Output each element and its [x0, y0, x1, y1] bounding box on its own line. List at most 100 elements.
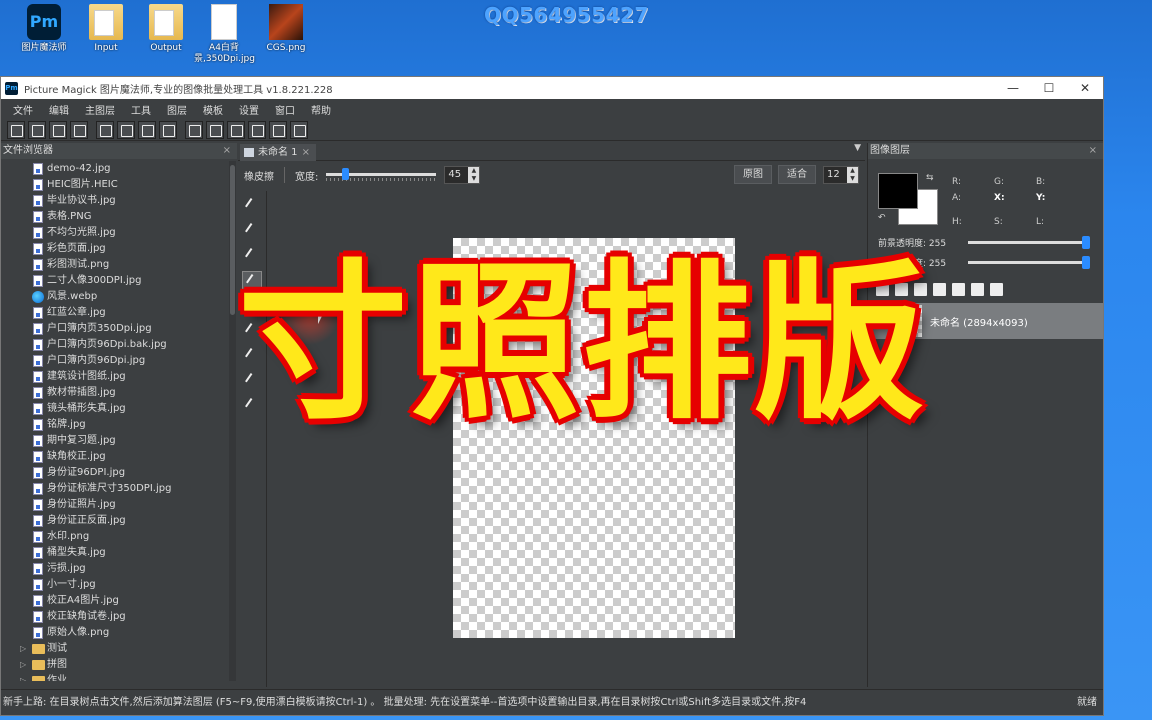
new-file-icon[interactable] [7, 120, 25, 139]
desktop-icon-input[interactable]: Input [76, 4, 136, 54]
file-item[interactable]: 身份证标准尺寸350DPI.jpg [1, 481, 227, 497]
file-item[interactable]: 原始人像.png [1, 625, 227, 641]
file-item[interactable]: 彩图测试.png [1, 257, 227, 273]
menu-settings[interactable]: 设置 [231, 102, 267, 117]
file-name: 缺角校正.jpg [47, 451, 106, 462]
menu-template[interactable]: 模板 [195, 102, 231, 117]
slider-handle[interactable] [1082, 256, 1090, 269]
scrollbar-thumb[interactable] [230, 165, 235, 315]
tab-untitled[interactable]: 未命名 1 × [240, 144, 316, 161]
file-item[interactable]: 污损.jpg [1, 561, 227, 577]
desktop-icon-label: Output [150, 43, 182, 53]
file-item[interactable]: 户口簿内页350Dpi.jpg [1, 321, 227, 337]
original-size-button[interactable]: 原图 [734, 165, 772, 184]
file-item[interactable]: 不均匀光照.jpg [1, 225, 227, 241]
save-as-icon[interactable] [117, 120, 135, 139]
menu-main-layer[interactable]: 主图层 [77, 102, 123, 117]
zoom-value: 12 [827, 169, 840, 180]
menu-edit[interactable]: 编辑 [41, 102, 77, 117]
file-list-scrollbar[interactable] [229, 161, 236, 681]
file-item[interactable]: 校正A4图片.jpg [1, 593, 227, 609]
download-icon[interactable] [971, 283, 984, 296]
file-item[interactable]: 毕业协议书.jpg [1, 193, 227, 209]
slider-handle[interactable] [1082, 236, 1090, 249]
file-item[interactable]: 水印.png [1, 529, 227, 545]
tab-close-icon[interactable]: × [302, 144, 310, 161]
image-file-icon [33, 467, 43, 479]
folder-item[interactable]: ▷ 测试 [1, 641, 227, 657]
undo-icon[interactable] [185, 120, 203, 139]
close-icon[interactable]: × [1089, 143, 1097, 159]
slider-handle[interactable] [341, 168, 349, 180]
menu-layer[interactable]: 图层 [159, 102, 195, 117]
print-icon[interactable] [138, 120, 156, 139]
menu-tools[interactable]: 工具 [123, 102, 159, 117]
close-icon[interactable]: × [223, 143, 231, 159]
move-down-icon[interactable] [933, 283, 946, 296]
fit-button[interactable]: 适合 [778, 165, 816, 184]
pencil-icon[interactable] [242, 221, 262, 241]
file-item[interactable]: 期中复习题.jpg [1, 433, 227, 449]
file-item[interactable]: 表格.PNG [1, 209, 227, 225]
swap-colors-icon[interactable]: ⇆ [926, 173, 934, 183]
print-preview-icon[interactable] [159, 120, 177, 139]
expand-arrow-icon[interactable]: ▷ [20, 673, 26, 681]
file-item[interactable]: 缺角校正.jpg [1, 449, 227, 465]
file-item[interactable]: demo-42.jpg [1, 161, 227, 177]
fg-opacity-slider[interactable] [968, 236, 1090, 249]
width-slider[interactable] [326, 168, 437, 182]
close-button[interactable]: ✕ [1067, 77, 1103, 99]
open-folder-icon[interactable] [49, 120, 67, 139]
cut-icon[interactable] [227, 120, 245, 139]
expand-arrow-icon[interactable]: ▷ [20, 641, 26, 657]
file-item[interactable]: 桶型失真.jpg [1, 545, 227, 561]
file-item[interactable]: HEIC图片.HEIC [1, 177, 227, 193]
add-brush-icon[interactable] [242, 196, 262, 216]
crop-image-icon[interactable] [290, 120, 308, 139]
desktop-icon-cgs[interactable]: CGS.png [256, 4, 316, 54]
folder-item[interactable]: ▷ 拼图 [1, 657, 227, 673]
bg-opacity-slider[interactable] [968, 256, 1090, 269]
file-item[interactable]: 二寸人像300DPI.jpg [1, 273, 227, 289]
folder-name: 作业 [47, 675, 67, 681]
file-item[interactable]: 户口簿内页96Dpi.jpg [1, 353, 227, 369]
file-item[interactable]: 身份证照片.jpg [1, 497, 227, 513]
spin-arrows-icon[interactable]: ▲ ▼ [468, 167, 480, 183]
desktop-icon-a4[interactable]: A4白背景,350Dpi.jpg [194, 4, 255, 65]
reset-colors-icon[interactable]: ↶ [878, 213, 886, 223]
folder-item[interactable]: ▷ 作业 [1, 673, 227, 681]
file-item[interactable]: 教材带插图.jpg [1, 385, 227, 401]
desktop-icon-output[interactable]: Output [136, 4, 196, 54]
refresh-icon[interactable] [70, 120, 88, 139]
width-spinbox[interactable]: 45 ▲ ▼ [444, 166, 481, 184]
chevron-down-icon[interactable]: ▼ [854, 143, 861, 153]
more-icon[interactable] [952, 283, 965, 296]
new-from-clipboard-icon[interactable] [28, 120, 46, 139]
file-item[interactable]: 彩色页面.jpg [1, 241, 227, 257]
redo-icon[interactable] [206, 120, 224, 139]
menu-help[interactable]: 帮助 [303, 102, 339, 117]
expand-arrow-icon[interactable]: ▷ [20, 657, 26, 673]
file-item[interactable]: 身份证96DPI.jpg [1, 465, 227, 481]
file-item[interactable]: 风景.webp [1, 289, 227, 305]
file-item[interactable]: 建筑设计图纸.jpg [1, 369, 227, 385]
paste-icon[interactable] [269, 120, 287, 139]
file-item[interactable]: 红蓝公章.jpg [1, 305, 227, 321]
foreground-color-swatch[interactable] [878, 173, 918, 209]
file-item[interactable]: 校正缺角试卷.jpg [1, 609, 227, 625]
file-item[interactable]: 户口簿内页96Dpi.bak.jpg [1, 337, 227, 353]
zoom-spinbox[interactable]: 12 ▲ ▼ [823, 166, 859, 184]
maximize-button[interactable]: ☐ [1031, 77, 1067, 99]
desktop-icon-picture-magick[interactable]: Pm 图片魔法师 [14, 4, 74, 54]
file-item[interactable]: 小一寸.jpg [1, 577, 227, 593]
refresh-icon[interactable] [990, 283, 1003, 296]
menu-window[interactable]: 窗口 [267, 102, 303, 117]
minimize-button[interactable]: — [995, 77, 1031, 99]
file-item[interactable]: 铭牌.jpg [1, 417, 227, 433]
save-icon[interactable] [96, 120, 114, 139]
spin-arrows-icon[interactable]: ▲ ▼ [847, 167, 858, 183]
copy-icon[interactable] [248, 120, 266, 139]
file-item[interactable]: 镜头桶形失真.jpg [1, 401, 227, 417]
file-item[interactable]: 身份证正反面.jpg [1, 513, 227, 529]
menu-file[interactable]: 文件 [5, 102, 41, 117]
